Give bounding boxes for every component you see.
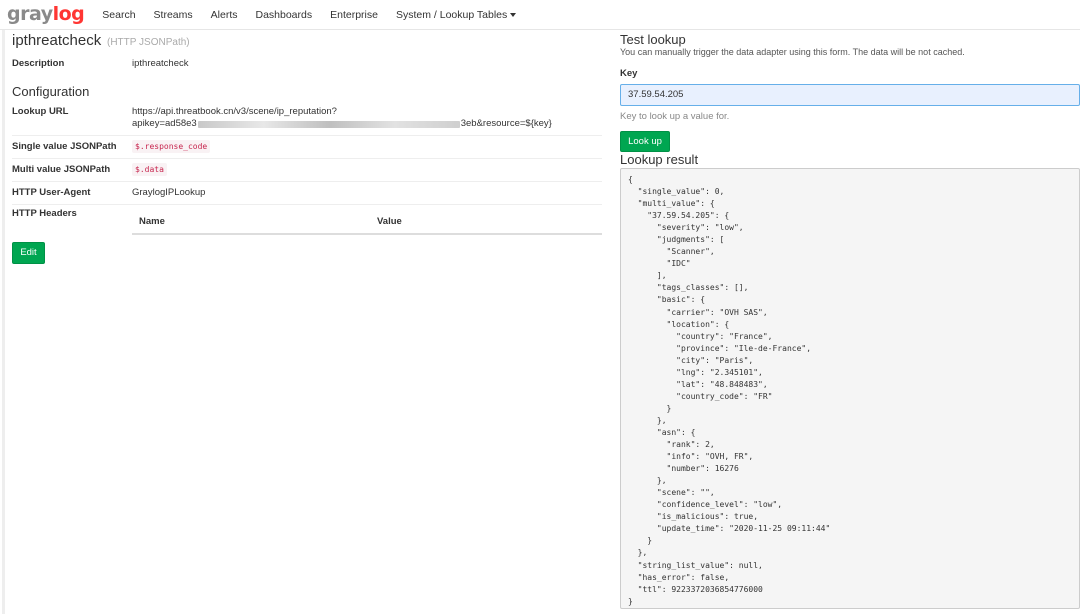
top-navbar: gray log Search Streams Alerts Dashboards… — [0, 0, 1080, 30]
multi-value-row: Multi value JSONPath $.data — [12, 159, 602, 181]
adapter-name: ipthreatcheck — [12, 32, 102, 49]
adapter-details: ipthreatcheck (HTTP JSONPath) Descriptio… — [12, 30, 602, 264]
http-headers-row: HTTP Headers Name Value — [12, 205, 602, 240]
headers-table-header: Name Value — [132, 208, 602, 235]
test-lookup-help: You can manually trigger the data adapte… — [620, 47, 965, 57]
multi-value-label: Multi value JSONPath — [12, 164, 111, 175]
adapter-type: (HTTP JSONPath) — [107, 37, 190, 48]
description-value: ipthreatcheck — [132, 58, 189, 69]
key-label: Key — [620, 68, 638, 79]
graylog-logo[interactable]: gray log — [7, 3, 85, 25]
test-lookup-title: Test lookup — [620, 32, 686, 47]
user-agent-label: HTTP User-Agent — [12, 187, 91, 198]
headers-table: Name Value — [132, 208, 602, 235]
lookup-url-row: Lookup URL https://api.threatbook.cn/v3/… — [12, 101, 602, 135]
single-value-label: Single value JSONPath — [12, 141, 117, 152]
user-agent-row: HTTP User-Agent GraylogIPLookup — [12, 182, 602, 204]
adapter-title-row: ipthreatcheck (HTTP JSONPath) — [12, 33, 602, 51]
nav-streams[interactable]: Streams — [154, 9, 193, 21]
single-value-jsonpath: $.response_code — [132, 140, 211, 153]
http-headers-label: HTTP Headers — [12, 208, 77, 219]
configuration-heading: Configuration — [12, 84, 90, 99]
description-row: Description ipthreatcheck — [12, 53, 602, 75]
key-input[interactable]: 37.59.54.205 — [620, 84, 1080, 106]
lookup-url-line1: https://api.threatbook.cn/v3/scene/ip_re… — [132, 106, 337, 117]
nav-system-dropdown[interactable]: System / Lookup Tables — [395, 8, 517, 21]
logo-log-text: log — [52, 3, 85, 25]
key-help-text: Key to look up a value for. — [620, 111, 730, 122]
nav-system-label: System / Lookup Tables — [395, 8, 508, 21]
look-up-button[interactable]: Look up — [620, 131, 670, 152]
nav-search[interactable]: Search — [102, 9, 135, 21]
lookup-url-value: https://api.threatbook.cn/v3/scene/ip_re… — [132, 106, 602, 130]
nav-alerts[interactable]: Alerts — [211, 9, 238, 21]
left-edge-bar — [2, 30, 5, 614]
nav-dashboards[interactable]: Dashboards — [255, 9, 312, 21]
lookup-url-apikey-start: apikey=ad58e3 — [132, 118, 197, 129]
test-lookup-panel: Test lookup You can manually trigger the… — [620, 30, 1080, 609]
edit-button[interactable]: Edit — [12, 242, 45, 264]
lookup-url-label: Lookup URL — [12, 106, 69, 117]
headers-col-name: Name — [139, 216, 165, 227]
headers-col-value: Value — [377, 216, 402, 227]
lookup-url-line2: apikey=ad58e3 3eb&resource=${key} — [132, 118, 602, 130]
user-agent-value: GraylogIPLookup — [132, 187, 206, 198]
lookup-result-title: Lookup result — [620, 152, 699, 167]
logo-gray-text: gray — [7, 3, 53, 25]
description-label: Description — [12, 58, 65, 69]
multi-value-jsonpath: $.data — [132, 163, 167, 176]
nav-enterprise[interactable]: Enterprise — [330, 9, 378, 21]
main-content: ipthreatcheck (HTTP JSONPath) Descriptio… — [0, 30, 1080, 614]
lookup-url-apikey-end: 3eb&resource=${key} — [460, 118, 552, 129]
redacted-apikey — [197, 120, 460, 128]
lookup-result-json: { "single_value": 0, "multi_value": { "3… — [620, 168, 1080, 609]
single-value-row: Single value JSONPath $.response_code — [12, 136, 602, 158]
caret-down-icon — [510, 12, 517, 17]
